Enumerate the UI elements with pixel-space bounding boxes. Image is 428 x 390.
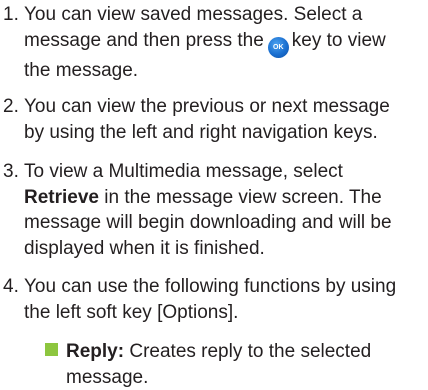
step-number: 4. — [3, 274, 24, 300]
step-text-line: the message. — [24, 60, 138, 81]
step-text-line: You can use the following functions by u… — [24, 276, 396, 297]
green-square-bullet-icon — [45, 343, 58, 356]
bullet-text-line: message. — [45, 365, 425, 390]
step-4: 4.You can use the following functions by… — [3, 274, 423, 325]
retrieve-keyword: Retrieve — [24, 187, 99, 208]
step-text-line: displayed when it is finished. — [24, 238, 265, 259]
step-2: 2.You can view the previous or next mess… — [3, 94, 423, 145]
step-text-line: message will begin downloading and will … — [24, 212, 392, 233]
step-text-line: You can view the previous or next messag… — [24, 96, 390, 117]
step-text-line: You can view saved messages. Select a — [24, 4, 362, 25]
step-number: 2. — [3, 94, 24, 120]
ok-key-icon: OK — [268, 37, 289, 58]
step-text-line: the left soft key [Options]. — [24, 302, 238, 323]
step-text-line: message and then press the — [24, 30, 264, 51]
bullet-text-line: Creates reply to the selected — [129, 341, 371, 362]
step-text-line: key to view — [292, 30, 386, 51]
step-text-line: by using the left and right navigation k… — [24, 122, 378, 143]
bullet-term: Reply: — [66, 341, 124, 362]
step-number: 3. — [3, 159, 24, 185]
step-number: 1. — [3, 2, 24, 28]
step-text-line: in the message view screen. The — [104, 187, 381, 208]
bullet-reply: Reply: Creates reply to the selected mes… — [45, 339, 425, 390]
step-1: 1.You can view saved messages. Select a … — [3, 2, 423, 83]
step-3: 3.To view a Multimedia message, select R… — [3, 159, 423, 261]
step-text-line: To view a Multimedia message, select — [24, 161, 343, 182]
manual-page: 1.You can view saved messages. Select a … — [0, 0, 428, 389]
